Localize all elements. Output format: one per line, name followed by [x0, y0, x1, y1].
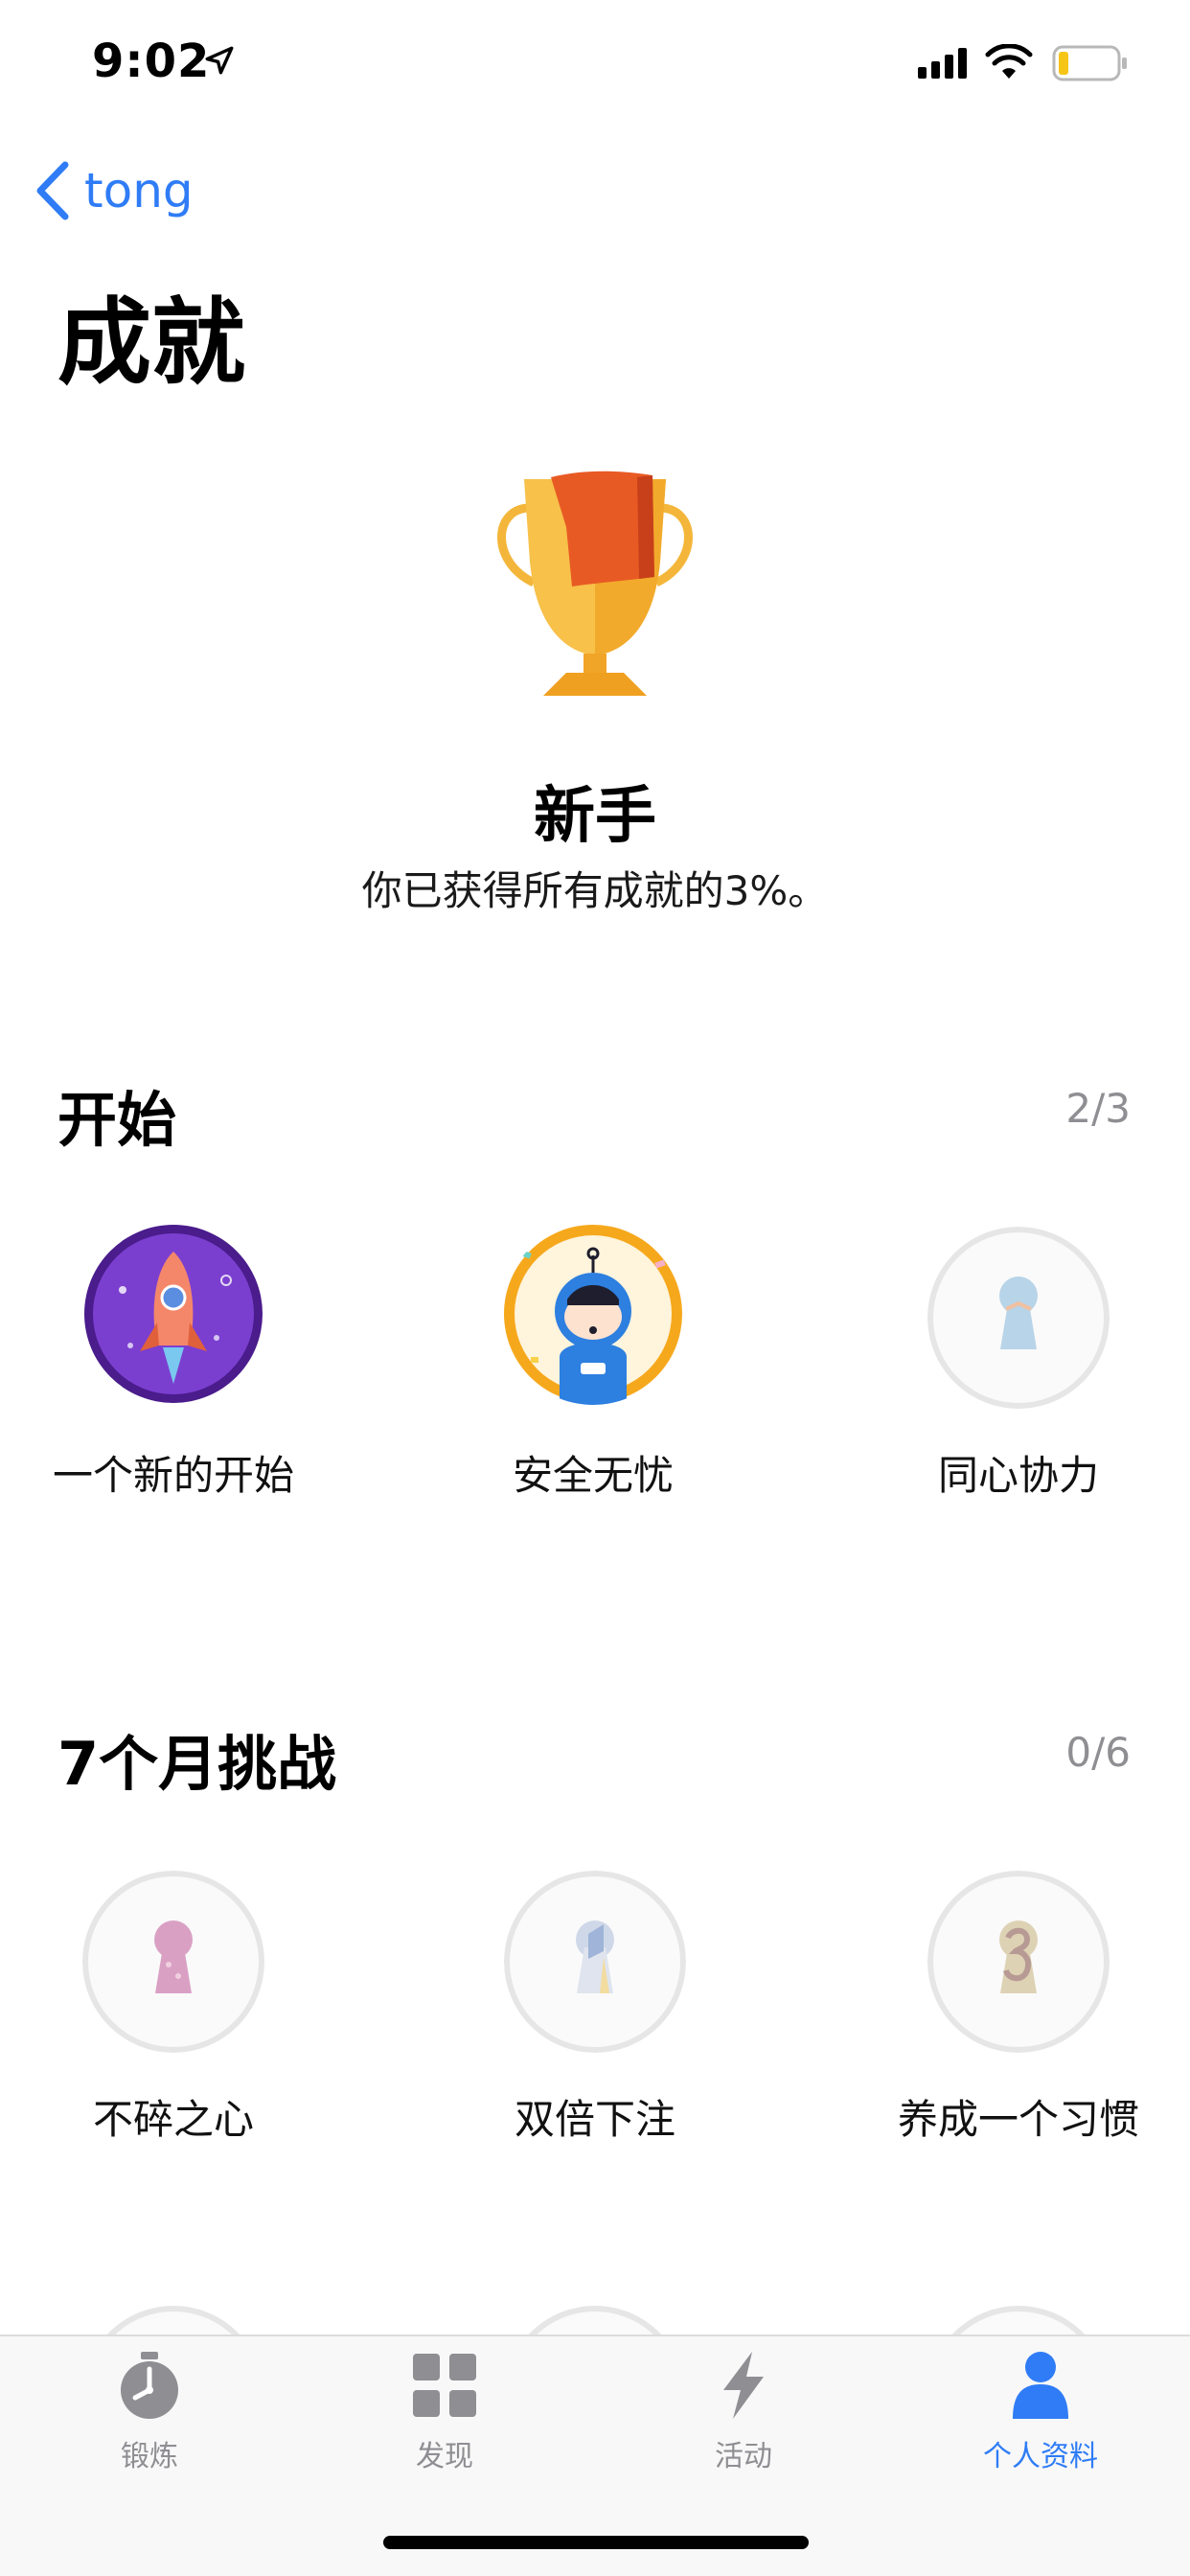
person-icon	[1013, 2352, 1068, 2419]
tab-label: 个人资料	[983, 2440, 1098, 2473]
section-title-start: 开始	[57, 1085, 177, 1155]
grid-icon	[413, 2354, 476, 2417]
tab-workout[interactable]: 锻炼	[25, 2350, 274, 2494]
level-progress-text: 你已获得所有成就的3%。	[361, 867, 829, 914]
keyhole-badge-icon[interactable]	[504, 1871, 686, 2053]
lightning-icon	[723, 2352, 764, 2419]
home-indicator	[383, 2536, 809, 2549]
back-button[interactable]: tong	[33, 153, 194, 228]
badge-label: 同心协力	[937, 1452, 1099, 1499]
astronaut-badge-icon[interactable]	[502, 1223, 684, 1405]
level-name: 新手	[534, 781, 656, 852]
keyhole-badge-icon[interactable]	[82, 1871, 264, 2053]
battery-icon	[1052, 45, 1127, 81]
badge-label: 养成一个习惯	[897, 2096, 1139, 2143]
status-bar: 9:02	[0, 0, 1190, 126]
location-arrow-icon	[205, 46, 234, 75]
keyhole-badge-icon[interactable]	[927, 1227, 1110, 1409]
section-title-7-month: 7个月挑战	[57, 1729, 337, 1799]
rocket-badge-icon[interactable]	[82, 1223, 264, 1405]
tab-label: 活动	[715, 2440, 772, 2473]
trophy-icon	[497, 471, 693, 696]
tab-discover[interactable]: 发现	[320, 2350, 569, 2494]
badge-label: 一个新的开始	[52, 1452, 294, 1499]
tab-activity[interactable]: 活动	[619, 2350, 868, 2494]
section-count-start: 2/3	[1065, 1085, 1131, 1132]
badge-label: 双倍下注	[514, 2096, 675, 2143]
cellular-signal-icon	[918, 48, 967, 79]
back-label: tong	[84, 163, 194, 218]
section-count-7-month: 0/6	[1065, 1729, 1131, 1776]
stopwatch-icon	[121, 2352, 178, 2419]
page-title: 成就	[57, 288, 246, 398]
tab-label: 锻炼	[121, 2440, 178, 2473]
tab-profile[interactable]: 个人资料	[916, 2350, 1165, 2494]
keyhole-badge-icon[interactable]	[927, 1871, 1110, 2053]
badge-label: 安全无忧	[512, 1452, 674, 1499]
status-time: 9:02	[92, 34, 211, 88]
tab-label: 发现	[416, 2440, 473, 2473]
chevron-left-icon	[36, 161, 69, 220]
wifi-icon	[985, 44, 1033, 79]
badge-label: 不碎之心	[92, 2096, 254, 2143]
